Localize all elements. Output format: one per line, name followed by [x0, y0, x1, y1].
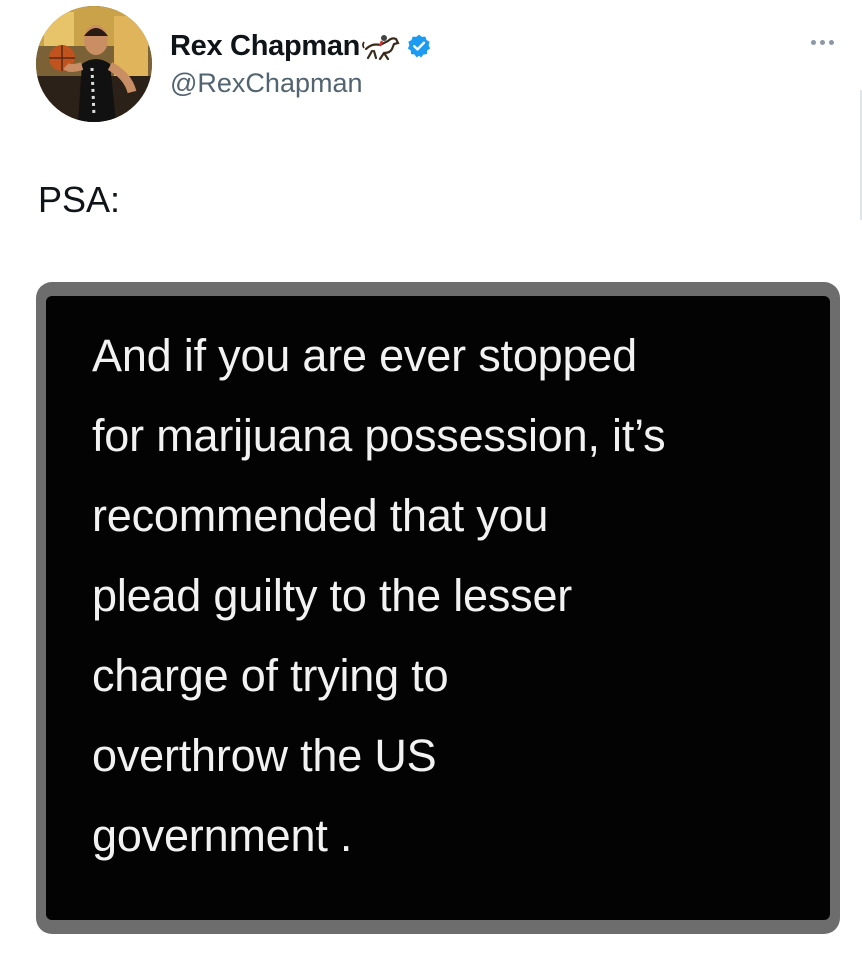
media-text-line: recommended that you [92, 490, 549, 541]
media-text-line: plead guilty to the lesser [92, 570, 573, 621]
author-name-row[interactable]: Rex Chapman [170, 26, 432, 66]
horse-racing-icon [362, 35, 400, 61]
more-options-icon[interactable] [811, 40, 834, 45]
basketball-player-avatar [36, 6, 152, 122]
media-image: And if you are ever stopped for marijuan… [46, 296, 830, 920]
verified-badge-icon [407, 34, 431, 58]
more-dot [829, 40, 834, 45]
tweet-text: PSA: [38, 179, 121, 220]
media-text-line: for marijuana possession, it’s [92, 410, 666, 461]
author-handle[interactable]: @RexChapman [170, 68, 363, 99]
tweet-card: Rex Chapman @RexChapman PSA: And if you … [0, 0, 862, 960]
media-text-line: government . [92, 810, 353, 861]
media-text-line: And if you are ever stopped [92, 330, 637, 381]
more-dot [820, 40, 825, 45]
tweet-media[interactable]: And if you are ever stopped for marijuan… [36, 282, 840, 934]
media-text-line: overthrow the US [92, 730, 437, 781]
media-text-line: charge of trying to [92, 650, 449, 701]
more-dot [811, 40, 816, 45]
author-avatar[interactable] [36, 6, 152, 122]
author-display-name[interactable]: Rex Chapman [170, 30, 360, 63]
media-text-block: And if you are ever stopped for marijuan… [92, 316, 786, 876]
